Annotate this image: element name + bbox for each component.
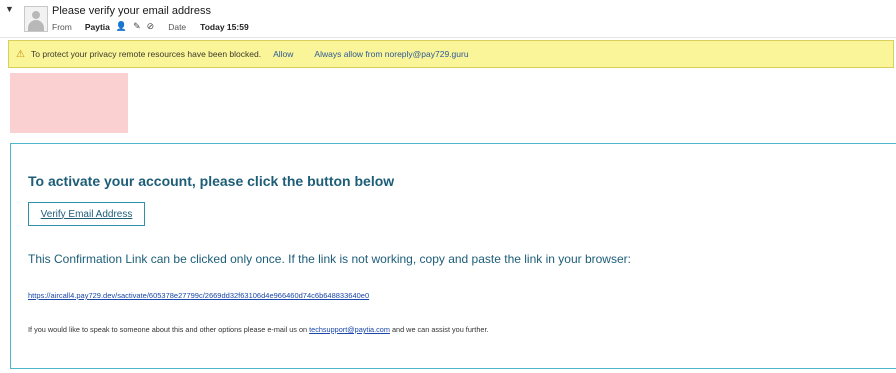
- allow-link[interactable]: Allow: [273, 49, 293, 59]
- notice-message: To protect your privacy remote resources…: [31, 49, 262, 59]
- sender-name[interactable]: Paytia: [85, 22, 110, 32]
- activation-link[interactable]: https://aircall4.pay729.dev/sactivate/60…: [28, 291, 369, 300]
- always-allow-link[interactable]: Always allow from noreply@pay729.guru: [314, 49, 468, 59]
- support-email-link[interactable]: techsupport@paytia.com: [309, 325, 390, 334]
- contact-text: If you would like to speak to someone ab…: [28, 325, 489, 334]
- date-label: Date: [168, 21, 187, 32]
- email-heading: To activate your account, please click t…: [28, 173, 395, 189]
- verify-email-button[interactable]: Verify Email Address: [28, 202, 145, 226]
- add-contact-icon[interactable]: 👤: [116, 21, 127, 32]
- message-subject: Please verify your email address: [52, 5, 211, 17]
- chevron-down-icon[interactable]: ▼: [5, 4, 15, 14]
- blocked-image-placeholder: [10, 73, 128, 133]
- avatar-icon: [24, 6, 48, 32]
- message-meta: From Paytia 👤 ✎ ⊘ Date Today 15:59: [52, 21, 249, 32]
- email-body: To activate your account, please click t…: [10, 143, 896, 369]
- remote-content-notice: ⚠ To protect your privacy remote resourc…: [8, 40, 894, 68]
- block-icon[interactable]: ⊘: [147, 21, 155, 32]
- confirmation-text: This Confirmation Link can be clicked on…: [28, 252, 631, 266]
- from-label: From: [52, 21, 72, 32]
- contact-text-after: and we can assist you further.: [391, 325, 489, 334]
- edit-icon[interactable]: ✎: [133, 21, 141, 32]
- date-value: Today 15:59: [200, 21, 249, 32]
- message-header: ▼ Please verify your email address From …: [0, 0, 896, 38]
- warning-icon: ⚠: [16, 48, 25, 60]
- contact-text-before: If you would like to speak to someone ab…: [28, 325, 308, 334]
